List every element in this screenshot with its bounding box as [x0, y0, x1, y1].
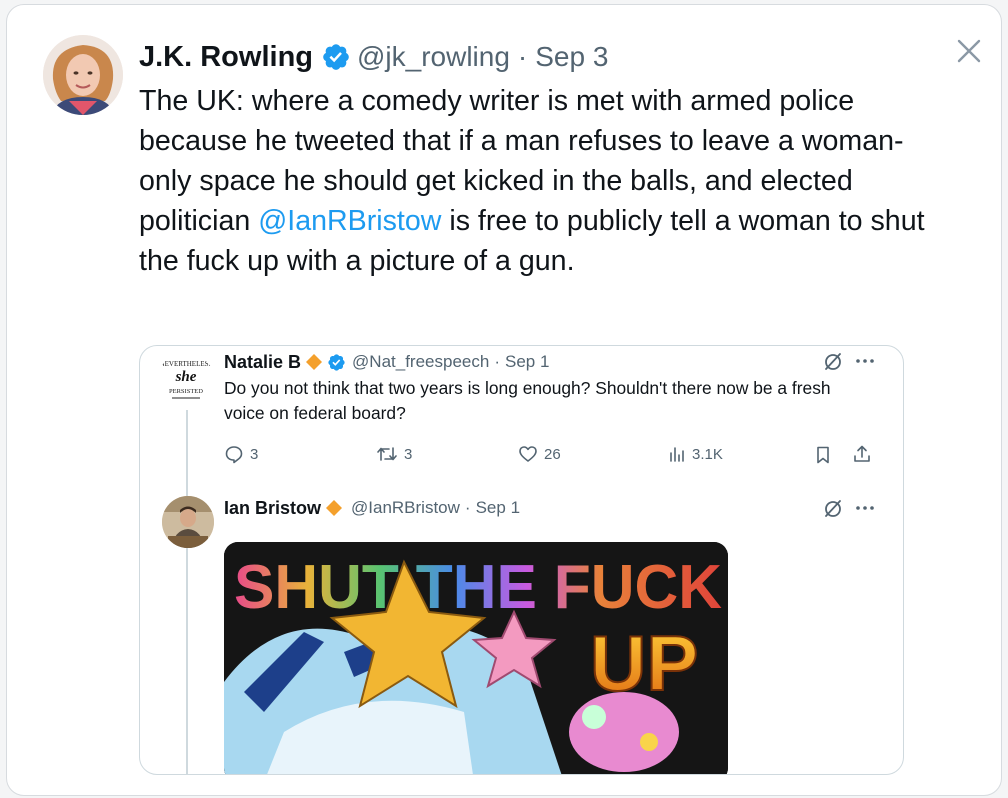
- svg-text:she: she: [175, 369, 197, 385]
- author-avatar[interactable]: [43, 35, 123, 115]
- she-persisted-logo: NEVERTHELESS she PERSISTED: [158, 352, 214, 408]
- natalie-avatar[interactable]: NEVERTHELESS she PERSISTED: [158, 352, 214, 408]
- like-button[interactable]: 26: [518, 444, 561, 464]
- meme-image: SHUT THE FUCK UP: [224, 542, 728, 774]
- natalie-tweet-text: Do you not think that two years is long …: [224, 378, 831, 423]
- svg-text:PERSISTED: PERSISTED: [169, 388, 203, 395]
- verified-badge-icon: [321, 42, 351, 72]
- orange-diamond-icon: [305, 353, 323, 371]
- tweet-text: The UK: where a comedy writer is met wit…: [139, 81, 929, 281]
- thread-connector-line: [186, 410, 188, 774]
- author-handle[interactable]: @jk_rowling: [357, 41, 510, 73]
- meme-caption-line1: SHUT THE FUCK: [234, 553, 722, 622]
- author-photo-icon: [43, 35, 123, 115]
- heart-icon: [519, 446, 537, 462]
- verified-badge-icon: [327, 353, 346, 372]
- retweet-button[interactable]: 3: [376, 444, 412, 464]
- meme-caption-line2: UP: [590, 619, 698, 707]
- natalie-header: Natalie B @Nat_freespeech · Sep 1: [224, 350, 549, 374]
- orange-diamond-icon: [325, 499, 343, 517]
- tweet-date[interactable]: Sep 3: [535, 41, 608, 73]
- reply-button[interactable]: 3: [224, 444, 258, 464]
- reply-count: 3: [250, 445, 259, 463]
- separator-dot: ·: [494, 352, 500, 371]
- slashed-circle-icon[interactable]: [822, 350, 844, 372]
- natalie-name[interactable]: Natalie B: [224, 352, 301, 373]
- like-count: 26: [544, 445, 561, 463]
- more-icon[interactable]: [854, 350, 876, 372]
- quoted-thread[interactable]: NEVERTHELESS she PERSISTED Natalie B @Na…: [139, 345, 904, 775]
- separator-dot: ·: [464, 498, 471, 517]
- retweet-count: 3: [404, 445, 413, 463]
- ian-header: Ian Bristow @IanRBristow · Sep 1: [224, 496, 520, 520]
- views-icon: [670, 447, 684, 462]
- ian-date[interactable]: Sep 1: [476, 498, 520, 518]
- retweet-icon: [377, 447, 397, 461]
- close-icon[interactable]: [955, 37, 983, 65]
- svg-text:NEVERTHELESS: NEVERTHELESS: [160, 360, 213, 368]
- reply-icon: [225, 446, 243, 464]
- tweet-media-image[interactable]: SHUT THE FUCK UP: [224, 542, 728, 774]
- tweet-card: J.K. Rowling @jk_rowling · Sep 3 The UK:…: [6, 4, 1002, 796]
- slashed-circle-icon[interactable]: [822, 497, 844, 519]
- natalie-handle[interactable]: @Nat_freespeech: [352, 352, 489, 372]
- views-button[interactable]: 3.1K: [668, 444, 723, 464]
- mention-link[interactable]: @IanRBristow: [258, 205, 441, 237]
- views-count: 3.1K: [692, 445, 723, 463]
- ian-handle[interactable]: @IanRBristow: [351, 498, 460, 518]
- more-icon[interactable]: [854, 497, 876, 519]
- ian-photo-icon: [162, 496, 214, 548]
- ian-avatar[interactable]: [162, 496, 214, 548]
- share-icon[interactable]: [852, 444, 872, 464]
- natalie-date[interactable]: Sep 1: [505, 352, 549, 372]
- separator-dot: ·: [517, 41, 528, 72]
- ian-name[interactable]: Ian Bristow: [224, 498, 321, 519]
- author-name[interactable]: J.K. Rowling: [139, 41, 313, 74]
- bookmark-icon[interactable]: [814, 445, 832, 465]
- author-line: J.K. Rowling @jk_rowling · Sep 3: [139, 33, 608, 81]
